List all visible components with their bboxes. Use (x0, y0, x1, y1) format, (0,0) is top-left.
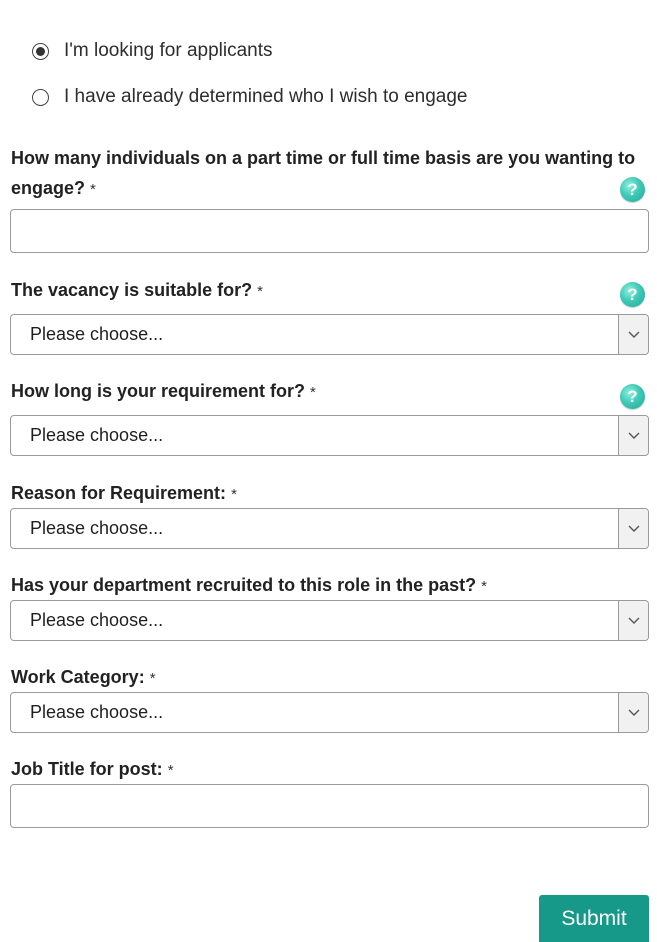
suitable-for-label-text: The vacancy is suitable for? (11, 280, 253, 300)
select-value: Please choose... (30, 518, 164, 538)
job-title-label-text: Job Title for post: (11, 759, 163, 779)
required-marker: * (231, 486, 237, 503)
help-icon-glyph: ? (627, 386, 638, 406)
work-category-label: Work Category: * (11, 662, 649, 694)
job-title-input[interactable] (10, 784, 649, 828)
duration-label-text: How long is your requirement for? (11, 381, 306, 401)
reason-label-text: Reason for Requirement: (11, 483, 227, 503)
individuals-label-text: How many individuals on a part time or f… (11, 148, 636, 198)
required-marker: * (481, 578, 487, 595)
reason-label: Reason for Requirement: * (11, 478, 649, 510)
chevron-down-icon[interactable] (618, 601, 648, 640)
submit-button[interactable]: Submit (539, 895, 649, 942)
select-value: Please choose... (30, 702, 164, 722)
individuals-label: How many individuals on a part time or f… (11, 143, 649, 205)
duration-select[interactable]: Please choose... (10, 415, 649, 456)
select-value: Please choose... (30, 425, 164, 445)
chevron-down-icon[interactable] (618, 509, 648, 548)
radio-dot (36, 46, 45, 56)
reason-select[interactable]: Please choose... (10, 508, 649, 549)
recruited-before-label: Has your department recruited to this ro… (11, 570, 649, 602)
work-category-select[interactable]: Please choose... (10, 692, 649, 733)
duration-label: How long is your requirement for? * (11, 376, 649, 408)
individuals-input[interactable] (10, 209, 649, 253)
help-icon[interactable]: ? (620, 177, 645, 202)
help-icon[interactable]: ? (620, 282, 645, 307)
vacancy-form: I'm looking for applicants I have alread… (0, 0, 657, 942)
radio-button[interactable] (32, 88, 49, 106)
required-marker: * (149, 670, 156, 687)
radio-label: I have already determined who I wish to … (64, 86, 468, 107)
recruited-before-select[interactable]: Please choose... (10, 600, 649, 641)
help-icon[interactable]: ? (620, 384, 645, 409)
help-icon-glyph: ? (627, 179, 638, 199)
suitable-for-select[interactable]: Please choose... (10, 314, 649, 355)
work-category-label-text: Work Category: (11, 667, 145, 687)
recruited-before-label-text: Has your department recruited to this ro… (11, 575, 477, 595)
required-marker: * (310, 384, 316, 401)
radio-option-looking-for-applicants[interactable]: I'm looking for applicants (32, 40, 273, 62)
chevron-down-icon[interactable] (618, 693, 648, 732)
help-icon-glyph: ? (627, 284, 638, 304)
radio-option-already-determined[interactable]: I have already determined who I wish to … (32, 86, 467, 108)
suitable-for-label: The vacancy is suitable for? * (11, 275, 649, 307)
radio-label: I'm looking for applicants (64, 40, 273, 61)
required-marker: * (90, 181, 96, 198)
select-value: Please choose... (30, 610, 164, 630)
job-title-label: Job Title for post: * (11, 754, 649, 786)
chevron-down-icon[interactable] (618, 315, 648, 354)
chevron-down-icon[interactable] (618, 416, 648, 455)
select-value: Please choose... (30, 324, 164, 344)
required-marker: * (167, 762, 174, 779)
radio-button-selected[interactable] (32, 42, 49, 60)
required-marker: * (257, 283, 263, 300)
